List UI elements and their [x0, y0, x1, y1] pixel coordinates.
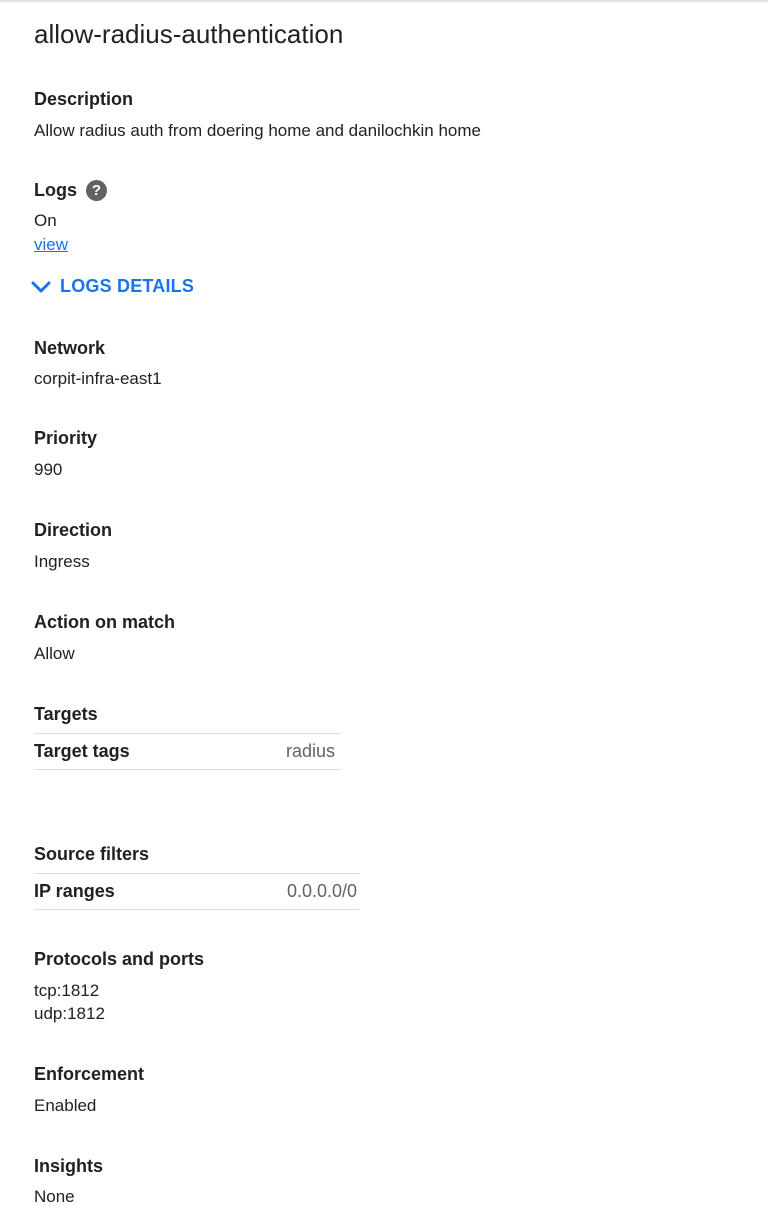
description-value: Allow radius auth from doering home and … [34, 121, 481, 140]
enforcement-label: Enforcement [34, 1064, 145, 1084]
targets-table: Target tags radius [34, 733, 341, 770]
insights-label: Insights [34, 1156, 104, 1176]
insights-value: None [34, 1187, 75, 1206]
description-label: Description [34, 89, 134, 109]
logs-details-label: LOGS DETAILS [60, 276, 195, 296]
ip-ranges-value: 0.0.0.0/0 [205, 873, 359, 910]
network-value: corpit-infra-east1 [34, 369, 162, 388]
source-filters-table: IP ranges 0.0.0.0/0 [34, 873, 359, 910]
enforcement-value: Enabled [34, 1096, 97, 1115]
logs-view-link[interactable]: view [34, 234, 68, 256]
target-tags-value: radius [228, 733, 341, 770]
direction-label: Direction [34, 520, 113, 540]
chevron-down-icon [31, 281, 51, 292]
protocol-udp-value: udp:1812 [34, 1004, 105, 1023]
table-row: Target tags radius [34, 733, 341, 770]
action-on-match-value: Allow [34, 644, 75, 663]
protocol-tcp-value: tcp:1812 [34, 981, 100, 1000]
direction-value: Ingress [34, 552, 90, 571]
network-label: Network [34, 338, 106, 358]
logs-heading: Logs? [34, 179, 107, 201]
source-filters-label: Source filters [34, 844, 150, 864]
ip-ranges-key: IP ranges [34, 873, 206, 910]
top-edge-shadow [0, 0, 768, 4]
table-row: IP ranges 0.0.0.0/0 [34, 873, 359, 910]
logs-label: Logs [34, 180, 77, 200]
question-circle-icon[interactable]: ? [86, 180, 107, 201]
page-title: allow-radius-authentication [34, 19, 344, 49]
priority-value: 990 [34, 460, 63, 479]
targets-label: Targets [34, 704, 98, 724]
action-on-match-label: Action on match [34, 612, 176, 632]
logs-value: On [34, 211, 57, 230]
target-tags-key: Target tags [34, 733, 229, 770]
logs-details-toggle[interactable]: LOGS DETAILS [30, 276, 194, 297]
priority-label: Priority [34, 428, 98, 448]
protocols-ports-label: Protocols and ports [34, 949, 205, 969]
